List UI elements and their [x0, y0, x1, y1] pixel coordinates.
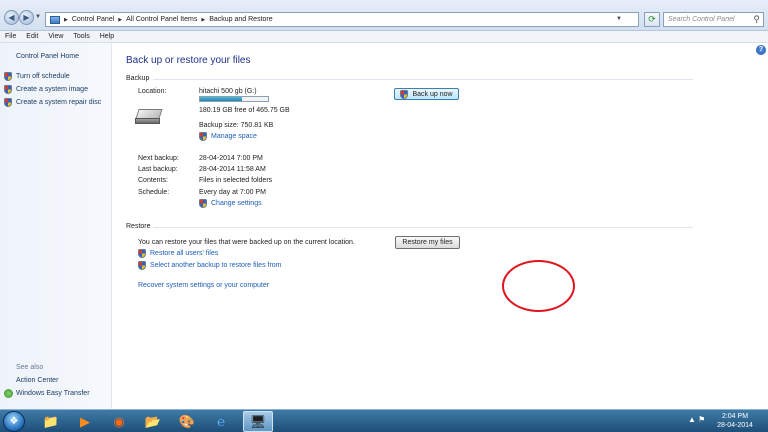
disk-usage-bar	[199, 96, 269, 102]
control-panel-taskbar-icon[interactable]: 🖥	[243, 411, 273, 432]
media-player-taskbar-icon[interactable]: ▶	[70, 411, 100, 432]
last-backup-value: 28-04-2014 11:58 AM	[199, 166, 266, 173]
uac-shield-icon	[138, 249, 146, 258]
clock-time: 2:04 PM	[721, 413, 749, 420]
next-backup-value: 28-04-2014 7:00 PM	[199, 155, 263, 162]
uac-shield-icon	[138, 261, 146, 270]
see-also-label: See also	[16, 364, 44, 371]
uac-shield-icon	[4, 72, 12, 81]
page-title: Back up or restore your files	[126, 55, 251, 66]
left-navigation-pane: Control Panel Home Turn off schedule Cre…	[0, 43, 112, 409]
taskbar: ❖ 📁 ▶ ◉ 📂 🎨 ℮ 🖥 ▲ ⚑ 2:04 PM 28-04-2014	[0, 409, 768, 432]
refresh-button[interactable]: ⟳	[644, 12, 660, 27]
main-content: ? Back up or restore your files Backup L…	[113, 43, 768, 409]
system-clock[interactable]: 2:04 PM 28-04-2014	[714, 412, 756, 430]
clock-date: 28-04-2014	[717, 422, 753, 429]
contents-label: Contents:	[138, 177, 168, 184]
firefox-taskbar-icon[interactable]: ◉	[104, 411, 134, 432]
location-value: hitachi 500 gb (G:)	[199, 88, 257, 95]
back-button[interactable]: ◀	[4, 10, 19, 25]
breadcrumb-control-panel[interactable]: ▶ Control Panel	[64, 16, 114, 23]
menu-view[interactable]: View	[48, 33, 63, 40]
restore-divider	[153, 227, 693, 228]
manage-space-link[interactable]: Manage space	[199, 132, 257, 141]
breadcrumb-arrow-icon: ▶	[64, 16, 68, 23]
easy-transfer-icon	[4, 389, 13, 398]
breadcrumb-arrow-icon: ▶	[118, 16, 123, 23]
location-label: Location:	[138, 88, 167, 95]
schedule-label: Schedule:	[138, 189, 170, 196]
turn-off-schedule-link[interactable]: Turn off schedule	[4, 72, 70, 81]
recent-pages-dropdown[interactable]: ▼	[35, 14, 41, 20]
address-dropdown-icon[interactable]: ▼	[616, 16, 622, 22]
backup-size-text: Backup size: 750.81 KB	[199, 122, 274, 129]
recover-system-settings-link[interactable]: Recover system settings or your computer	[138, 282, 269, 289]
paint-taskbar-icon[interactable]: 🎨	[172, 411, 202, 432]
schedule-value: Every day at 7:00 PM	[199, 189, 266, 196]
control-panel-home-link[interactable]: Control Panel Home	[16, 53, 79, 60]
menu-help[interactable]: Help	[100, 33, 114, 40]
restore-all-users-files-link[interactable]: Restore all users' files	[138, 249, 218, 258]
backup-section-label: Backup	[126, 75, 150, 82]
menu-tools[interactable]: Tools	[73, 33, 89, 40]
create-system-image-link[interactable]: Create a system image	[4, 85, 88, 94]
next-backup-label: Next backup:	[138, 155, 179, 162]
hard-drive-icon	[135, 109, 163, 125]
help-icon[interactable]: ?	[756, 45, 766, 55]
uac-shield-icon	[400, 89, 409, 99]
windows-easy-transfer-link[interactable]: Windows Easy Transfer	[4, 389, 90, 398]
uac-shield-icon	[199, 132, 207, 141]
action-center-link[interactable]: Action Center	[16, 377, 58, 384]
restore-section-label: Restore	[126, 223, 151, 230]
internet-explorer-taskbar-icon[interactable]: ℮	[206, 411, 236, 432]
folder-taskbar-icon[interactable]: 📂	[138, 411, 168, 432]
search-icon[interactable]: ⚲	[753, 14, 760, 25]
breadcrumb-backup-restore[interactable]: ▶ Backup and Restore	[201, 16, 272, 23]
search-input[interactable]: Search Control Panel ⚲	[663, 12, 764, 27]
address-box[interactable]: ▶ Control Panel ▶ All Control Panel Items …	[45, 12, 639, 27]
menu-bar: File Edit View Tools Help	[0, 31, 768, 43]
explorer-taskbar-icon[interactable]: 📁	[36, 411, 66, 432]
backup-divider	[153, 79, 693, 80]
disk-usage-fill	[200, 97, 242, 101]
menu-file[interactable]: File	[5, 33, 16, 40]
menu-edit[interactable]: Edit	[26, 33, 38, 40]
address-bar: ◀ ▶ ▼ ▶ Control Panel ▶ All Control Panel …	[0, 0, 768, 31]
tray-icons[interactable]: ▲ ⚑	[688, 415, 705, 424]
select-another-backup-link[interactable]: Select another backup to restore files f…	[138, 261, 282, 270]
start-button[interactable]: ❖	[3, 411, 25, 432]
uac-shield-icon	[199, 199, 207, 208]
control-panel-icon	[50, 15, 60, 24]
restore-description: You can restore your files that were bac…	[138, 239, 355, 246]
change-settings-link[interactable]: Change settings	[199, 199, 262, 208]
create-system-repair-disc-link[interactable]: Create a system repair disc	[4, 98, 101, 107]
contents-value: Files in selected folders	[199, 177, 273, 184]
free-space-text: 180.19 GB free of 465.75 GB	[199, 107, 290, 114]
breadcrumb-all-items[interactable]: ▶ All Control Panel Items	[118, 16, 197, 23]
uac-shield-icon	[4, 98, 12, 107]
highlight-circle	[502, 260, 575, 312]
back-up-now-button[interactable]: Back up now	[394, 88, 459, 100]
uac-shield-icon	[4, 85, 12, 94]
restore-my-files-button[interactable]: Restore my files	[395, 236, 460, 249]
forward-button[interactable]: ▶	[19, 10, 34, 25]
breadcrumb-arrow-icon: ▶	[201, 16, 206, 23]
last-backup-label: Last backup:	[138, 166, 178, 173]
